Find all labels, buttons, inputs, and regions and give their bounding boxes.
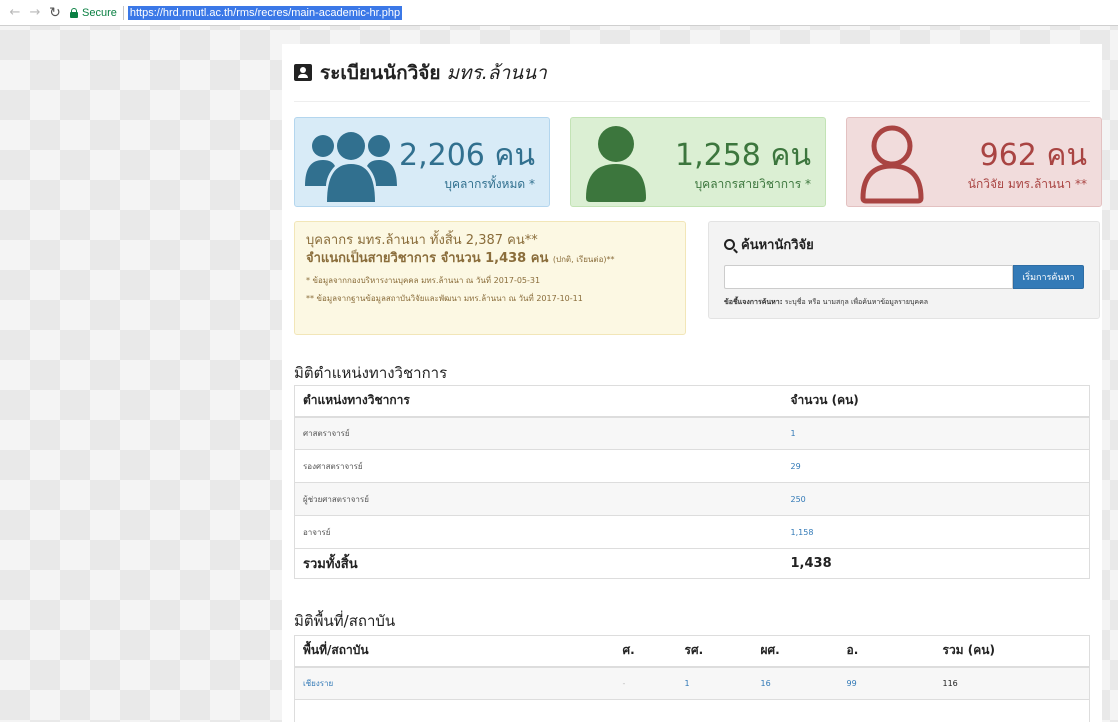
area-section-title: มิติพื้นที่/สถาบัน <box>294 612 396 630</box>
academic-rank-table: ตำแหน่งทางวิชาการ จำนวน (คน) ศาสตราจารย์… <box>294 385 1090 579</box>
user-outline-icon <box>860 125 924 204</box>
area-total-count: 116 <box>934 666 1090 700</box>
search-form: เริ่มการค้นหา <box>724 265 1084 289</box>
users-icon <box>305 132 397 202</box>
rank-section-title: มิติตำแหน่งทางวิชาการ <box>294 364 448 382</box>
page-title-institution: มทร.ล้านนา <box>446 61 547 84</box>
table-header-row: ตำแหน่งทางวิชาการ จำนวน (คน) <box>294 385 1090 418</box>
stat-number: 1,258 คน <box>675 138 811 173</box>
search-icon <box>724 239 735 250</box>
total-count: 1,438 <box>782 548 1090 579</box>
area-name-link[interactable]: เชียงราย <box>294 666 615 700</box>
rank-name: ผู้ช่วยศาสตราจารย์ <box>294 482 783 516</box>
search-title-text: ค้นหานักวิจัย <box>741 238 814 253</box>
asst-professor-count[interactable]: 16 <box>752 666 839 700</box>
stat-card-academic-staff: 1,258 คน บุคลากรสายวิชาการ * <box>570 117 826 207</box>
staff-summary-alert: บุคลากร มทร.ล้านนา ทั้งสิ้น 2,387 คน** จ… <box>294 221 686 335</box>
page-container: ระเบียนนักวิจัย มทร.ล้านนา 2,206 คน บุคล… <box>282 44 1102 722</box>
column-header: รวม (คน) <box>934 635 1090 668</box>
omnibox-divider <box>122 5 124 20</box>
rank-name: อาจารย์ <box>294 515 783 549</box>
stat-label: บุคลากรทั้งหมด * <box>444 177 535 191</box>
total-label: รวมทั้งสิ้น <box>294 548 783 579</box>
academic-total-text: จำแนกเป็นสายวิชาการ จำนวน 1,438 คน (ปกติ… <box>306 250 674 269</box>
table-header-row: พื้นที่/สถาบัน ศ. รศ. ผศ. อ. รวม (คน) <box>294 635 1090 668</box>
professor-count: - <box>614 666 677 700</box>
rank-count[interactable]: 250 <box>782 482 1090 516</box>
search-button[interactable]: เริ่มการค้นหา <box>1012 265 1084 289</box>
column-header: ศ. <box>614 635 677 668</box>
column-header: พื้นที่/สถาบัน <box>294 635 615 668</box>
table-total-row: รวมทั้งสิ้น 1,438 <box>294 548 1090 579</box>
user-icon <box>586 126 646 202</box>
area-institution-table: พื้นที่/สถาบัน ศ. รศ. ผศ. อ. รวม (คน) เช… <box>294 635 1090 722</box>
address-bar[interactable]: Secure https://hrd.rmutl.ac.th/rms/recre… <box>70 3 403 23</box>
search-title: ค้นหานักวิจัย <box>724 234 1084 255</box>
source-note-2: ** ข้อมูลจากฐานข้อมูลสถาบันวิจัยและพัฒนา… <box>306 294 583 303</box>
stat-cards: 2,206 คน บุคลากรทั้งหมด * 1,258 คน บุคลา… <box>294 117 1102 207</box>
secure-badge[interactable]: Secure <box>70 7 123 19</box>
assoc-professor-count[interactable]: 1 <box>676 666 753 700</box>
stat-card-researchers: 962 คน นักวิจัย มทร.ล้านนา ** <box>846 117 1102 207</box>
stat-number: 2,206 คน <box>399 138 535 173</box>
rank-name: รองศาสตราจารย์ <box>294 449 783 483</box>
page-title: ระเบียนนักวิจัย <box>320 61 441 84</box>
secure-label: Secure <box>82 6 117 19</box>
lecturer-count[interactable]: 99 <box>838 666 935 700</box>
staff-total-text: บุคลากร มทร.ล้านนา ทั้งสิ้น 2,387 คน** <box>306 233 538 248</box>
lock-icon <box>70 7 78 18</box>
forward-arrow-icon[interactable]: → <box>26 4 44 22</box>
search-help-body: ระบุชื่อ หรือ นามสกุล เพื่อค้นหาข้อมูลรา… <box>782 298 929 306</box>
column-header: ผศ. <box>752 635 839 668</box>
rank-count[interactable]: 29 <box>782 449 1090 483</box>
academic-total-note: (ปกติ, เรียนต่อ)** <box>552 255 615 264</box>
table-row: เชียงราย - 1 16 99 116 <box>294 666 1090 700</box>
url-text[interactable]: https://hrd.rmutl.ac.th/rms/recres/main-… <box>127 5 403 20</box>
table-row: อาจารย์ 1,158 <box>294 515 1090 549</box>
search-input[interactable] <box>724 265 1013 289</box>
researcher-search-panel: ค้นหานักวิจัย เริ่มการค้นหา ข้อชี้แจงการ… <box>708 221 1100 319</box>
browser-toolbar: ← → ↻ Secure https://hrd.rmutl.ac.th/rms… <box>0 0 1118 26</box>
column-header: ตำแหน่งทางวิชาการ <box>294 385 783 418</box>
table-row <box>294 699 1090 722</box>
stat-label: บุคลากรสายวิชาการ * <box>694 177 811 191</box>
stat-card-all-staff: 2,206 คน บุคลากรทั้งหมด * <box>294 117 550 207</box>
stat-label: นักวิจัย มทร.ล้านนา ** <box>967 177 1087 191</box>
rank-name: ศาสตราจารย์ <box>294 416 783 450</box>
table-row: รองศาสตราจารย์ 29 <box>294 449 1090 483</box>
table-row: ผู้ช่วยศาสตราจารย์ 250 <box>294 482 1090 516</box>
info-search-row: บุคลากร มทร.ล้านนา ทั้งสิ้น 2,387 คน** จ… <box>294 221 1100 339</box>
column-header: จำนวน (คน) <box>782 385 1090 418</box>
source-note-1: * ข้อมูลจากกองบริหารงานบุคคล มทร.ล้านนา … <box>306 276 541 285</box>
column-header: อ. <box>838 635 935 668</box>
academic-total-main: จำแนกเป็นสายวิชาการ จำนวน 1,438 คน <box>306 251 549 266</box>
rank-count[interactable]: 1,158 <box>782 515 1090 549</box>
back-arrow-icon[interactable]: ← <box>6 4 24 22</box>
column-header: รศ. <box>676 635 753 668</box>
stat-number: 962 คน <box>979 138 1087 173</box>
id-card-icon <box>294 64 312 81</box>
reload-icon[interactable]: ↻ <box>46 4 64 22</box>
search-help-label: ข้อชี้แจงการค้นหา: <box>724 298 783 306</box>
table-row: ศาสตราจารย์ 1 <box>294 416 1090 450</box>
search-help-text: ข้อชี้แจงการค้นหา: ระบุชื่อ หรือ นามสกุล… <box>724 297 1084 308</box>
rank-count[interactable]: 1 <box>782 416 1090 450</box>
page-header: ระเบียนนักวิจัย มทร.ล้านนา <box>294 44 1090 102</box>
